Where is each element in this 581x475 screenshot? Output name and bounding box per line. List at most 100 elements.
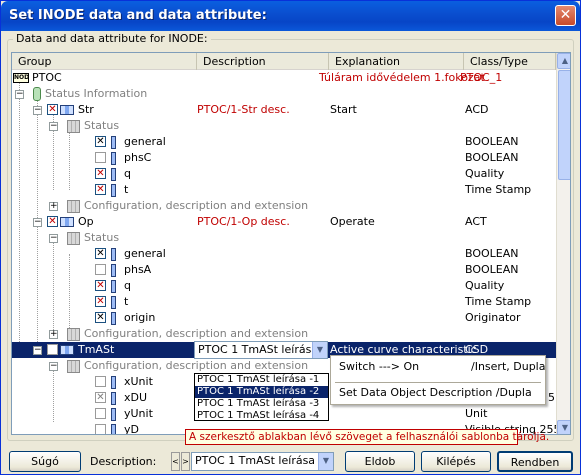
row-class-type: Unit — [465, 407, 488, 420]
data-attribute-icon — [111, 248, 116, 261]
row-explanation: Operate — [330, 215, 375, 228]
nav-left-button[interactable]: < — [171, 452, 180, 471]
tree-row-status[interactable]: − Status — [12, 230, 556, 246]
scroll-up-icon[interactable]: ▲ — [557, 53, 570, 69]
row-name: general — [124, 247, 166, 260]
rendben-button[interactable]: Rendben — [497, 451, 573, 472]
column-header-group[interactable]: Group — [12, 53, 197, 70]
tree-row-status-information[interactable]: − Status Information — [12, 86, 556, 102]
description-select-value: PTOC 1 TmASt leírása -1 — [195, 454, 330, 467]
row-name: origin — [124, 311, 156, 324]
tree-row-str[interactable]: − ✕ Str PTOC/1-Str desc. Start ACD — [12, 102, 556, 118]
tree-row-phsc[interactable]: phsC BOOLEAN — [12, 150, 556, 166]
nav-right-button[interactable]: > — [181, 452, 190, 471]
row-checkbox[interactable]: ✕ — [95, 168, 106, 179]
group-folder-icon — [67, 120, 80, 133]
data-attribute-icon — [111, 168, 116, 181]
row-checkbox[interactable]: ✕ — [95, 248, 106, 259]
menu-item-set-description[interactable]: Set Data Object Description /Dupla — [339, 385, 539, 401]
dropdown-option[interactable]: PTOC 1 TmASt leírása -4 — [195, 410, 328, 422]
row-name: Op — [78, 215, 94, 228]
data-attribute-icon — [111, 136, 116, 149]
row-checkbox[interactable]: ✕ — [95, 280, 106, 291]
description-label: Description: — [90, 455, 157, 468]
close-button[interactable]: ✕ — [555, 5, 576, 26]
row-checkbox[interactable]: ✕ — [95, 136, 106, 147]
row-checkbox[interactable] — [95, 376, 106, 387]
tree-row-configuration[interactable]: + Configuration, description and extensi… — [12, 326, 556, 342]
column-header-description[interactable]: Description — [197, 53, 329, 70]
data-attribute-icon — [111, 408, 116, 421]
dialog-window: Set INODE data and data attribute: ✕ Dat… — [0, 0, 581, 475]
description-combo[interactable]: PTOC 1 TmASt leírása ▼ — [194, 341, 328, 359]
data-attribute-icon — [111, 424, 116, 434]
row-checkbox[interactable]: ✕ — [47, 104, 58, 115]
group-folder-icon — [67, 328, 80, 341]
chevron-down-icon[interactable]: ▼ — [318, 453, 333, 470]
scrollbar-thumb[interactable] — [558, 70, 570, 180]
tree-row-origin[interactable]: ✕ origin Originator — [12, 310, 556, 326]
title-bar[interactable]: Set INODE data and data attribute: ✕ — [1, 1, 580, 31]
help-button[interactable]: Súgó — [9, 451, 81, 472]
expand-icon[interactable]: + — [49, 330, 58, 339]
tree-row-op[interactable]: − ✕ Op PTOC/1-Op desc. Operate ACT — [12, 214, 556, 230]
tree-row-status[interactable]: − Status — [12, 118, 556, 134]
row-class-type: Quality — [465, 279, 505, 292]
expand-icon[interactable]: + — [49, 202, 58, 211]
collapse-icon[interactable]: − — [33, 106, 42, 115]
tree-row-general[interactable]: ✕ general BOOLEAN — [12, 246, 556, 262]
dropdown-option[interactable]: PTOC 1 TmASt leírása -3 — [195, 398, 328, 410]
tree-row-q[interactable]: ✕ q Quality — [12, 278, 556, 294]
row-checkbox[interactable] — [47, 344, 58, 355]
tree-row-configuration[interactable]: + Configuration, description and extensi… — [12, 198, 556, 214]
row-class-type: ACT — [465, 215, 487, 228]
chevron-down-icon[interactable]: ▼ — [312, 342, 327, 358]
data-attribute-icon — [111, 184, 116, 197]
menu-item-switch-on[interactable]: Switch ---> On /Insert, Dupla — [339, 359, 545, 375]
tree-row-q[interactable]: ✕ q Quality — [12, 166, 556, 182]
scroll-down-icon[interactable]: ▼ — [557, 420, 570, 434]
collapse-icon[interactable]: − — [49, 234, 58, 243]
row-class-type: BOOLEAN — [465, 247, 519, 260]
row-name: PTOC — [32, 71, 62, 84]
row-description: PTOC/1-Op desc. — [197, 215, 290, 228]
vertical-scrollbar[interactable]: ▲ ▼ — [556, 53, 570, 434]
collapse-icon[interactable]: − — [49, 362, 58, 371]
kilepes-button[interactable]: Kilépés — [421, 451, 491, 472]
tree-row-t[interactable]: ✕ t Time Stamp — [12, 182, 556, 198]
row-name: Status — [84, 231, 120, 244]
row-name: t — [124, 183, 129, 196]
tree-row-phsa[interactable]: phsA BOOLEAN — [12, 262, 556, 278]
column-header-explanation[interactable]: Explanation — [329, 53, 464, 70]
row-name: yUnit — [124, 407, 153, 420]
row-name: Str — [78, 103, 94, 116]
data-attribute-icon — [111, 312, 116, 325]
collapse-icon[interactable]: − — [49, 122, 58, 131]
tooltip: A szerkesztő ablakban lévő szöveget a fe… — [185, 429, 549, 445]
row-checkbox[interactable] — [95, 152, 106, 163]
collapse-icon[interactable]: − — [33, 346, 42, 355]
dropdown-option[interactable]: PTOC 1 TmASt leírása -2 — [195, 386, 328, 398]
row-checkbox[interactable] — [95, 264, 106, 275]
description-dropdown-list[interactable]: PTOC 1 TmASt leírása -1 PTOC 1 TmASt leí… — [194, 373, 329, 421]
row-class-type: ACD — [465, 103, 489, 116]
row-name: Configuration, description and extension — [84, 199, 309, 212]
column-header-class-type[interactable]: Class/Type — [464, 53, 556, 70]
row-checkbox[interactable]: ✕ — [47, 216, 58, 227]
data-attribute-icon — [111, 376, 116, 389]
collapse-icon[interactable]: − — [15, 90, 24, 99]
dropdown-option[interactable]: PTOC 1 TmASt leírása -1 — [195, 374, 328, 386]
tree-row-general[interactable]: ✕ general BOOLEAN — [12, 134, 556, 150]
eldob-button[interactable]: Eldob — [345, 451, 415, 472]
row-checkbox[interactable] — [95, 424, 106, 434]
row-checkbox[interactable] — [95, 408, 106, 419]
tree-row-ptoc[interactable]: NOD PTOC Túláram idővédelem 1.fokozat PT… — [12, 70, 556, 86]
row-checkbox[interactable]: ✕ — [95, 392, 106, 403]
collapse-icon[interactable]: − — [33, 218, 42, 227]
row-checkbox[interactable]: ✕ — [95, 296, 106, 307]
description-select[interactable]: PTOC 1 TmASt leírása -1 ▼ — [191, 452, 334, 471]
row-class-type: Time Stamp — [465, 183, 532, 196]
row-checkbox[interactable]: ✕ — [95, 184, 106, 195]
tree-row-t[interactable]: ✕ t Time Stamp — [12, 294, 556, 310]
row-checkbox[interactable]: ✕ — [95, 312, 106, 323]
